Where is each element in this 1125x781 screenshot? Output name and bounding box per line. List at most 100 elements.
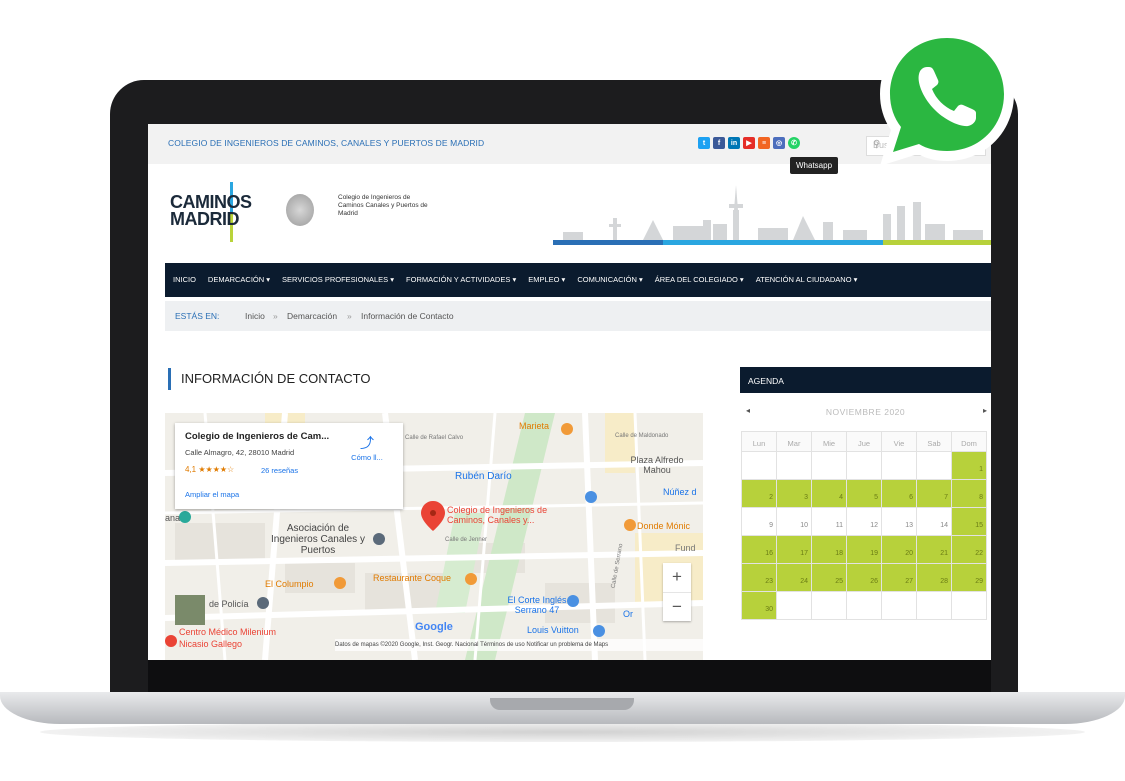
calendar-grid: Lun Mar Mie Jue Vie Sab Dom 1 2 3 4 5 6 7 8 9 10 11 12 13 1… xyxy=(741,431,987,620)
facebook-icon[interactable]: f xyxy=(713,137,725,149)
calendar-day[interactable]: 15 xyxy=(951,507,987,536)
map-attribution: Datos de mapas ©2020 Google, Inst. Geogr… xyxy=(335,639,703,651)
skyline-illustration xyxy=(553,185,991,245)
calendar-day[interactable]: 9 xyxy=(741,507,777,536)
instagram-icon[interactable]: ◎ xyxy=(773,137,785,149)
calendar-day[interactable]: 4 xyxy=(811,479,847,508)
calendar-day[interactable]: 14 xyxy=(916,507,952,536)
seal-icon xyxy=(286,194,314,226)
calendar-day[interactable]: 1 xyxy=(951,451,987,480)
nav-item[interactable]: DEMARCACIÓN ▾ xyxy=(208,275,270,284)
calendar-day[interactable]: 21 xyxy=(916,535,952,564)
map-label-corte-ingles: El Corte Inglés Serrano 47 xyxy=(507,595,567,615)
place-reviews-link[interactable]: 26 reseñas xyxy=(261,466,298,475)
logo-subtitle: Colegio de Ingenieros de Caminos Canales… xyxy=(338,194,428,217)
page-title: INFORMACIÓN DE CONTACTO xyxy=(168,368,370,390)
place-address: Calle Almagro, 42, 28010 Madrid xyxy=(185,448,295,457)
breadcrumb-item-current: Información de Contacto xyxy=(361,311,454,321)
calendar-empty-cell xyxy=(916,591,952,620)
map-label-el-columpio: El Columpio xyxy=(265,579,314,589)
google-logo: Google xyxy=(415,621,453,633)
linkedin-icon[interactable]: in xyxy=(728,137,740,149)
map-label-marieta: Marieta xyxy=(519,421,550,431)
map-label-asociacion: Asociación de Ingenieros Canales y Puert… xyxy=(271,523,365,556)
nav-item[interactable]: FORMACIÓN Y ACTIVIDADES ▾ xyxy=(406,275,516,284)
calendar-weekday: Mar xyxy=(776,431,812,452)
directions-icon: ⤴ xyxy=(360,435,374,451)
top-bar: COLEGIO DE INGENIEROS DE CAMINOS, CANALE… xyxy=(148,124,991,164)
map-label-donde: Donde Mónic xyxy=(637,521,691,531)
zoom-in-button[interactable]: + xyxy=(663,563,691,593)
calendar-day[interactable]: 16 xyxy=(741,535,777,564)
nav-item[interactable]: COMUNICACIÓN ▾ xyxy=(577,275,642,284)
breadcrumb-separator: » xyxy=(273,311,278,321)
calendar-day[interactable]: 19 xyxy=(846,535,882,564)
nav-item[interactable]: ÁREA DEL COLEGIADO ▾ xyxy=(655,275,744,284)
map-label-louis: Louis Vuitton xyxy=(527,625,579,635)
map-label-plaza: Plaza Alfredo Mahou xyxy=(630,455,684,475)
calendar-day[interactable]: 25 xyxy=(811,563,847,592)
google-map[interactable]: Marieta Calle de Maldonado Calle de Rafa… xyxy=(165,413,703,660)
whatsapp-tooltip: Whatsapp xyxy=(790,157,839,174)
calendar-day[interactable]: 5 xyxy=(846,479,882,508)
calendar-day[interactable]: 7 xyxy=(916,479,952,508)
twitter-icon[interactable]: t xyxy=(698,137,710,149)
calendar-weekday: Vie xyxy=(881,431,917,452)
calendar-day[interactable]: 28 xyxy=(916,563,952,592)
breadcrumb-item-inicio[interactable]: Inicio xyxy=(245,311,265,321)
calendar-day[interactable]: 17 xyxy=(776,535,812,564)
calendar-weekday: Lun xyxy=(741,431,777,452)
map-label-centro: Centro Médico Milenium xyxy=(179,627,277,637)
map-label-nunez: Núñez d xyxy=(663,487,697,497)
map-label-nicasio: Nicasio Gallego xyxy=(179,639,243,649)
calendar-day[interactable]: 10 xyxy=(776,507,812,536)
org-name[interactable]: COLEGIO DE INGENIEROS DE CAMINOS, CANALE… xyxy=(168,138,484,148)
calendar-empty-cell xyxy=(881,451,917,480)
calendar-day[interactable]: 12 xyxy=(846,507,882,536)
zoom-out-button[interactable]: − xyxy=(663,593,691,622)
nav-item[interactable]: SERVICIOS PROFESIONALES ▾ xyxy=(282,275,394,284)
calendar-day[interactable]: 22 xyxy=(951,535,987,564)
logo-line-2: MADRID xyxy=(170,209,239,229)
next-month-icon[interactable]: ▸ xyxy=(983,406,987,415)
calendar-day[interactable]: 24 xyxy=(776,563,812,592)
calendar-day[interactable]: 3 xyxy=(776,479,812,508)
calendar-day[interactable]: 29 xyxy=(951,563,987,592)
whatsapp-icon[interactable] xyxy=(872,22,1022,172)
calendar-day[interactable]: 2 xyxy=(741,479,777,508)
laptop-notch xyxy=(490,698,634,710)
rss-icon[interactable]: ≡ xyxy=(758,137,770,149)
nav-item[interactable]: INICIO xyxy=(173,275,196,284)
calendar-empty-cell xyxy=(846,451,882,480)
map-label-fund: Fund xyxy=(675,543,696,553)
whatsapp-icon[interactable]: ✆ xyxy=(788,137,800,149)
calendar-day[interactable]: 30 xyxy=(741,591,777,620)
calendar-day[interactable]: 23 xyxy=(741,563,777,592)
youtube-icon[interactable]: ▶ xyxy=(743,137,755,149)
calendar-empty-cell xyxy=(811,591,847,620)
place-rating: 4,1 ★★★★☆ xyxy=(185,465,235,474)
nav-item[interactable]: EMPLEO ▾ xyxy=(528,275,565,284)
calendar-day[interactable]: 11 xyxy=(811,507,847,536)
laptop-screen: COLEGIO DE INGENIEROS DE CAMINOS, CANALE… xyxy=(148,124,991,660)
calendar-empty-cell xyxy=(881,591,917,620)
calendar-day[interactable]: 6 xyxy=(881,479,917,508)
calendar-day[interactable]: 27 xyxy=(881,563,917,592)
prev-month-icon[interactable]: ◂ xyxy=(746,406,750,415)
calendar-day[interactable]: 13 xyxy=(881,507,917,536)
map-label-ana: ana xyxy=(165,513,181,523)
breadcrumb-item-demarcacion[interactable]: Demarcación xyxy=(287,311,337,321)
directions-button[interactable]: ⤴ Cómo ll... xyxy=(347,433,387,462)
nav-item[interactable]: ATENCIÓN AL CIUDADANO ▾ xyxy=(756,275,858,284)
calendar-empty-cell xyxy=(916,451,952,480)
calendar-day[interactable]: 18 xyxy=(811,535,847,564)
enlarge-map-link[interactable]: Ampliar el mapa xyxy=(185,490,239,499)
calendar-day[interactable]: 20 xyxy=(881,535,917,564)
calendar-day[interactable]: 8 xyxy=(951,479,987,508)
site-logo[interactable]: CAMINOS MADRID xyxy=(170,193,252,229)
calendar-empty-cell xyxy=(811,451,847,480)
calendar-week: 23 24 25 26 27 28 29 xyxy=(741,563,987,592)
calendar-day[interactable]: 26 xyxy=(846,563,882,592)
map-label-calle-jenner: Calle de Jenner xyxy=(445,537,488,543)
calendar-empty-cell xyxy=(846,591,882,620)
